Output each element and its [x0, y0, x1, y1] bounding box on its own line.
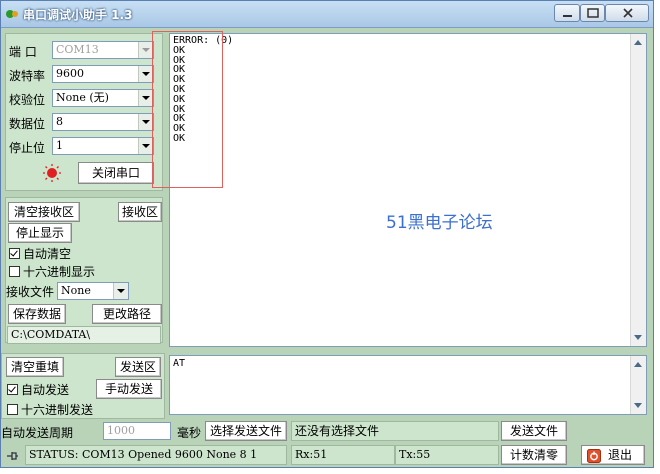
send-controls-panel: 清空重填 发送区 自动发送 手动发送 十六进制发送 — [1, 353, 165, 419]
send-scroll-up-icon[interactable] — [634, 362, 642, 367]
receive-file-select[interactable]: None — [57, 282, 129, 300]
databits-select[interactable]: 8 — [52, 113, 154, 131]
close-icon — [623, 8, 633, 18]
send-scrollbar[interactable] — [630, 356, 646, 414]
databits-value: 8 — [56, 115, 63, 128]
send-period-input[interactable]: 1000 — [103, 422, 171, 440]
tx-count: Tx:55 — [395, 445, 499, 465]
app-window: 串口调试小助手 1.3 端 口 COM13 波特率 9600 校验位 None … — [0, 0, 654, 468]
send-file-button[interactable]: 发送文件 — [501, 421, 567, 441]
databits-label: 数据位 — [9, 117, 46, 131]
parity-value: None (无) — [56, 91, 109, 104]
stopbits-value: 1 — [56, 139, 63, 152]
databits-dropdown-icon — [138, 114, 153, 130]
receive-file-label: 接收文件 — [6, 285, 55, 299]
send-scroll-down-icon[interactable] — [634, 403, 642, 408]
stop-display-button[interactable]: 停止显示 — [8, 223, 72, 243]
send-period-value: 1000 — [107, 424, 135, 437]
stopbits-dropdown-icon — [138, 138, 153, 154]
baud-label: 波特率 — [9, 69, 46, 83]
send-text: AT — [173, 358, 186, 369]
rx-count: Rx:51 — [291, 445, 395, 465]
baud-value: 9600 — [56, 67, 84, 80]
auto-send-label: 自动发送 — [21, 383, 70, 397]
change-path-button[interactable]: 更改路径 — [92, 304, 162, 324]
auto-send-checkbox[interactable] — [7, 384, 18, 395]
port-label: 端 口 — [9, 45, 37, 59]
hex-display-checkbox[interactable] — [9, 266, 20, 277]
baud-select[interactable]: 9600 — [52, 65, 154, 83]
send-area-button[interactable]: 发送区 — [115, 357, 161, 377]
receive-area-button[interactable]: 接收区 — [118, 202, 162, 222]
status-text: STATUS: COM13 Opened 9600 None 8 1 — [25, 445, 287, 465]
auto-clear-checkbox[interactable] — [9, 248, 20, 259]
manual-send-button[interactable]: 手动发送 — [96, 379, 162, 399]
scroll-up-icon[interactable] — [634, 40, 642, 45]
minimize-icon — [563, 15, 572, 17]
receive-textarea[interactable]: ERROR: (0) OK OK OK OK OK OK OK OK OK OK 51黑电子论坛 — [169, 33, 647, 347]
save-data-button[interactable]: 保存数据 — [8, 304, 66, 324]
maximize-icon — [587, 8, 599, 18]
send-period-label: 自动发送周期 — [1, 426, 74, 440]
ms-label: 毫秒 — [177, 426, 202, 440]
hex-send-label: 十六进制发送 — [21, 403, 94, 417]
scroll-down-icon[interactable] — [634, 335, 642, 340]
exit-icon — [587, 449, 601, 463]
title-bar[interactable]: 串口调试小助手 1.3 — [1, 1, 653, 28]
count-clear-button[interactable]: 计数清零 — [501, 445, 567, 465]
send-textarea[interactable]: AT — [169, 355, 647, 415]
port-dropdown-icon — [138, 42, 153, 58]
port-value: COM13 — [56, 43, 99, 56]
hex-display-label: 十六进制显示 — [23, 265, 96, 279]
parity-select[interactable]: None (无) — [52, 89, 154, 107]
pin-icon[interactable] — [5, 450, 19, 462]
parity-dropdown-icon — [138, 90, 153, 106]
app-icon — [6, 10, 18, 18]
send-file-status: 还没有选择文件 — [291, 421, 499, 441]
minimize-button[interactable] — [554, 4, 580, 22]
port-status-led-icon — [43, 164, 61, 182]
receive-file-dropdown-icon — [113, 283, 128, 299]
exit-button[interactable]: 退出 — [581, 445, 645, 465]
close-button[interactable] — [605, 4, 649, 22]
stopbits-select[interactable]: 1 — [52, 137, 154, 155]
forum-watermark: 51黑电子论坛 — [386, 213, 493, 233]
maximize-button[interactable] — [580, 4, 605, 22]
auto-clear-label: 自动清空 — [23, 247, 72, 261]
port-select[interactable]: COM13 — [52, 41, 154, 59]
receive-scrollbar[interactable] — [630, 34, 646, 346]
hex-send-checkbox[interactable] — [7, 404, 18, 415]
baud-dropdown-icon — [138, 66, 153, 82]
clear-receive-button[interactable]: 清空接收区 — [8, 202, 80, 222]
receive-path-field[interactable]: C:\COMDATA\ — [7, 326, 161, 344]
clear-send-button[interactable]: 清空重填 — [6, 357, 64, 377]
toggle-port-button[interactable]: 关闭串口 — [78, 162, 154, 184]
window-title: 串口调试小助手 1.3 — [23, 8, 133, 22]
parity-label: 校验位 — [9, 93, 46, 107]
highlight-box — [152, 31, 223, 188]
serial-settings-panel: 端 口 COM13 波特率 9600 校验位 None (无) 数据位 8 停止… — [5, 33, 163, 191]
stopbits-label: 停止位 — [9, 141, 46, 155]
receive-file-value: None — [61, 284, 91, 297]
receive-controls-panel: 清空接收区 接收区 停止显示 自动清空 十六进制显示 接收文件 None 保存数… — [5, 197, 163, 344]
status-bar: STATUS: COM13 Opened 9600 None 8 1 Rx:51… — [1, 445, 653, 467]
exit-label: 退出 — [608, 448, 633, 462]
choose-send-file-button[interactable]: 选择发送文件 — [205, 421, 287, 441]
